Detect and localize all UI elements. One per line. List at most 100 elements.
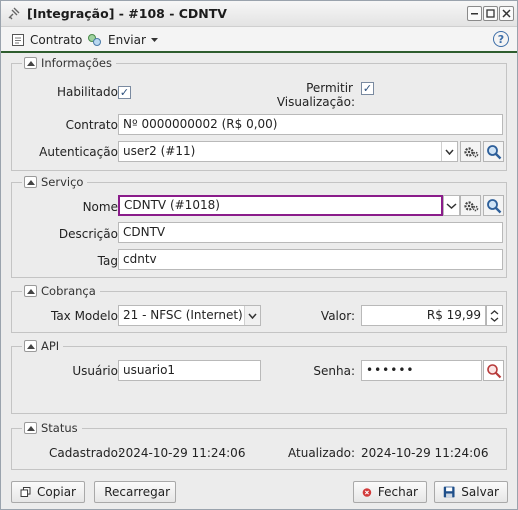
cadastrado-value: 2024-10-29 11:24:06 xyxy=(118,446,246,460)
api-legend-label: API xyxy=(41,339,60,353)
fechar-label: Fechar xyxy=(377,485,418,499)
tax-modelo-select[interactable]: 21 - NFSC (Internet) xyxy=(118,305,261,326)
api-legend: API xyxy=(22,339,64,353)
atualizado-value: 2024-10-29 11:24:06 xyxy=(361,446,489,460)
gears-icon xyxy=(463,200,478,211)
valor-label: Valor: xyxy=(320,309,355,323)
chevron-down-icon xyxy=(446,203,457,210)
maximize-icon xyxy=(486,9,495,18)
nome-search-button[interactable] xyxy=(483,195,504,216)
autenticacao-dropdown-arrow[interactable] xyxy=(441,142,457,161)
senha-field[interactable]: •••••• xyxy=(361,360,482,381)
copiar-label: Copiar xyxy=(37,485,76,499)
save-icon xyxy=(443,486,455,498)
magnifier-icon xyxy=(486,144,501,159)
usuario-field[interactable]: usuario1 xyxy=(118,360,261,381)
collapse-cobranca-button[interactable] xyxy=(24,285,37,297)
informacoes-section: Informações Habilitado: ✓ Permitir ✓ Vis… xyxy=(11,56,507,171)
descricao-label: Descrição: xyxy=(58,227,122,241)
nome-label: Nome: xyxy=(82,200,122,214)
integration-window: [Integração] - #108 - CDNTV Contrato Env… xyxy=(0,0,518,510)
chevron-up-icon xyxy=(26,425,35,431)
close-circle-icon xyxy=(362,487,372,497)
enviar-menu-button[interactable]: Enviar xyxy=(87,31,158,49)
fechar-button[interactable]: Fechar xyxy=(353,481,427,503)
tax-modelo-dropdown-arrow[interactable] xyxy=(244,306,260,325)
chevron-down-icon xyxy=(248,313,257,319)
nome-dropdown-arrow[interactable] xyxy=(443,195,460,216)
contrato-label: Contrato: xyxy=(65,118,122,132)
autenticacao-select[interactable]: user2 (#11) xyxy=(118,141,458,162)
collapse-informacoes-button[interactable] xyxy=(24,57,37,69)
tax-modelo-value: 21 - NFSC (Internet) xyxy=(123,308,243,322)
status-section: Status Cadastrado: 2024-10-29 11:24:06 A… xyxy=(11,421,507,470)
magnifier-red-icon xyxy=(486,363,501,378)
recarregar-button[interactable]: Recarregar xyxy=(94,481,176,503)
servico-legend-label: Serviço xyxy=(41,175,84,189)
spin-down-icon[interactable] xyxy=(490,317,499,322)
salvar-button[interactable]: Salvar xyxy=(434,481,508,503)
toolbar: Contrato Enviar ? xyxy=(1,27,517,53)
enviar-label: Enviar xyxy=(108,33,146,47)
informacoes-legend: Informações xyxy=(22,56,116,70)
cobranca-section: Cobrança Tax Modelo: 21 - NFSC (Internet… xyxy=(11,284,507,333)
permitir-label: Permitir xyxy=(306,81,353,95)
minimize-icon xyxy=(471,13,478,15)
nome-settings-button[interactable] xyxy=(460,195,481,216)
status-legend-label: Status xyxy=(41,421,78,435)
autenticacao-value: user2 (#11) xyxy=(123,144,196,158)
cobranca-legend: Cobrança xyxy=(22,284,100,298)
window-title: [Integração] - #108 - CDNTV xyxy=(27,6,227,21)
senha-label: Senha: xyxy=(313,364,355,378)
salvar-label: Salvar xyxy=(461,485,499,499)
cadastrado-label: Cadastrado: xyxy=(49,446,122,460)
plug-icon xyxy=(8,7,20,20)
copiar-button[interactable]: Copiar xyxy=(11,481,85,503)
chevron-up-icon xyxy=(26,343,35,349)
permitir-visualizacao-checkbox[interactable]: ✓ xyxy=(361,82,374,95)
servico-section: Serviço Nome: CDNTV (#1018) Descrição: C… xyxy=(11,175,507,278)
permitir-label-line2: Visualização: xyxy=(276,95,355,109)
valor-spinner[interactable] xyxy=(486,305,503,326)
caret-down-icon xyxy=(150,37,158,42)
spin-up-icon[interactable] xyxy=(490,309,499,315)
autenticacao-label: Autenticação: xyxy=(39,145,122,159)
senha-reveal-button[interactable] xyxy=(483,360,504,381)
informacoes-legend-label: Informações xyxy=(41,56,112,70)
collapse-api-button[interactable] xyxy=(24,340,37,352)
chevron-up-icon xyxy=(26,288,35,294)
send-icon xyxy=(88,34,101,46)
valor-field[interactable]: R$ 19,99 xyxy=(361,305,486,326)
maximize-button[interactable] xyxy=(483,6,498,21)
magnifier-icon xyxy=(486,198,501,213)
recarregar-label: Recarregar xyxy=(104,485,170,499)
habilitado-checkbox[interactable]: ✓ xyxy=(118,86,131,99)
close-icon xyxy=(502,9,511,18)
habilitado-label: Habilitado: xyxy=(56,85,122,99)
help-icon[interactable]: ? xyxy=(493,31,509,47)
gears-icon xyxy=(463,146,478,157)
api-section: API Usuário: usuario1 Senha: •••••• xyxy=(11,339,507,414)
autenticacao-settings-button[interactable] xyxy=(460,141,481,162)
atualizado-label: Atualizado: xyxy=(288,446,355,460)
collapse-status-button[interactable] xyxy=(24,422,37,434)
title-bar: [Integração] - #108 - CDNTV xyxy=(1,1,517,27)
chevron-up-icon xyxy=(26,60,35,66)
minimize-button[interactable] xyxy=(467,6,482,21)
servico-legend: Serviço xyxy=(22,175,88,189)
chevron-down-icon xyxy=(445,149,454,155)
status-legend: Status xyxy=(22,421,82,435)
nome-select[interactable]: CDNTV (#1018) xyxy=(118,195,443,216)
tag-field[interactable]: cdntv xyxy=(118,249,503,270)
permitir-label-line1: Permitir xyxy=(306,81,353,95)
contrato-toolbar-button[interactable]: Contrato xyxy=(11,31,82,49)
close-window-button[interactable] xyxy=(499,6,514,21)
document-icon xyxy=(12,34,24,46)
contrato-field[interactable]: Nº 0000000002 (R$ 0,00) xyxy=(118,114,503,135)
collapse-servico-button[interactable] xyxy=(24,176,37,188)
tax-modelo-label: Tax Modelo: xyxy=(50,309,122,323)
descricao-field[interactable]: CDNTV xyxy=(118,222,503,243)
copy-icon xyxy=(20,487,31,497)
autenticacao-search-button[interactable] xyxy=(483,141,504,162)
chevron-up-icon xyxy=(26,179,35,185)
